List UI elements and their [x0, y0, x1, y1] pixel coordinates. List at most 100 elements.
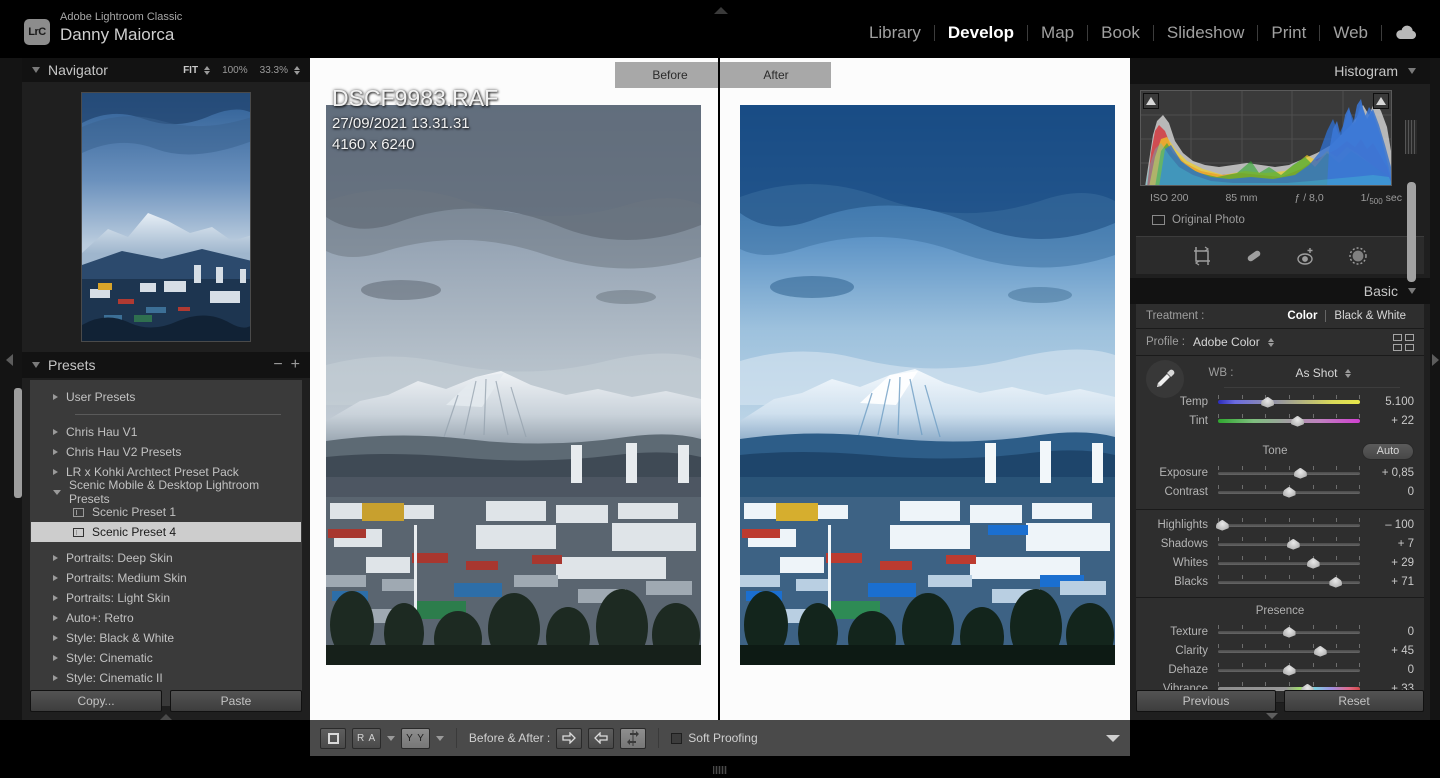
module-map[interactable]: Map	[1028, 22, 1087, 44]
chevron-right-icon[interactable]	[53, 429, 58, 435]
basic-panel-header[interactable]: Basic	[1130, 278, 1430, 305]
chevron-down-icon[interactable]	[1408, 288, 1416, 295]
module-slideshow[interactable]: Slideshow	[1154, 22, 1258, 44]
white-balance-eyedropper-icon[interactable]	[1146, 360, 1184, 399]
slider-value[interactable]: + 7	[1370, 538, 1414, 550]
chevron-down-icon[interactable]	[32, 67, 40, 73]
slider-track-area[interactable]	[1218, 484, 1360, 499]
right-panel-collapse-strip[interactable]	[1430, 58, 1440, 720]
copy-button[interactable]: Copy...	[30, 690, 162, 712]
navigator-thumbnail[interactable]	[81, 92, 251, 342]
slider-knob[interactable]	[1216, 518, 1229, 532]
slider-track-area[interactable]	[1218, 413, 1360, 428]
profile-stepper-icon[interactable]	[1267, 337, 1274, 347]
crop-overlay-icon[interactable]	[1191, 245, 1213, 267]
wb-stepper-icon[interactable]	[1345, 368, 1352, 378]
right-panel-grip[interactable]	[1405, 120, 1417, 154]
paste-button[interactable]: Paste	[170, 690, 302, 712]
preset-group-portraits-deep-skin[interactable]: Portraits: Deep Skin	[31, 548, 301, 568]
shadow-clipping-button[interactable]	[1143, 93, 1159, 109]
slider-value[interactable]: 5.100	[1370, 396, 1414, 408]
preset-group-scenic[interactable]: Scenic Mobile & Desktop Lightroom Preset…	[31, 478, 301, 506]
soft-proofing-checkbox[interactable]	[671, 732, 683, 744]
slider-value[interactable]: 0	[1370, 486, 1414, 498]
comparison-divider[interactable]	[718, 58, 720, 720]
remove-preset-button[interactable]: −	[273, 357, 282, 373]
treatment-option-color[interactable]: Color	[1279, 310, 1325, 322]
filmstrip-resize-grip[interactable]	[713, 766, 727, 774]
slider-value[interactable]: + 0,85	[1370, 467, 1414, 479]
preset-group-portraits-light-skin[interactable]: Portraits: Light Skin	[31, 588, 301, 608]
left-panel-collapse-strip[interactable]	[0, 58, 22, 720]
wb-value[interactable]: As Shot	[1295, 366, 1337, 380]
preset-group-chris-hau-v1[interactable]: Chris Hau V1	[31, 422, 301, 442]
chevron-right-icon[interactable]	[53, 615, 58, 621]
before-after-menu-icon[interactable]	[435, 735, 444, 741]
add-preset-button[interactable]: +	[291, 357, 300, 373]
red-eye-correction-icon[interactable]	[1295, 245, 1317, 267]
previous-button[interactable]: Previous	[1136, 690, 1276, 712]
chevron-left-icon[interactable]	[6, 354, 13, 366]
slider-value[interactable]: – 100	[1370, 519, 1414, 531]
slider-blacks[interactable]: Blacks + 71	[1136, 572, 1424, 591]
preset-group-style-black-white[interactable]: Style: Black & White	[31, 628, 301, 648]
slider-track-area[interactable]	[1218, 536, 1360, 551]
slider-clarity[interactable]: Clarity + 45	[1136, 641, 1424, 660]
slider-whites[interactable]: Whites + 29	[1136, 553, 1424, 572]
preset-group-portraits-medium-skin[interactable]: Portraits: Medium Skin	[31, 568, 301, 588]
slider-track-area[interactable]	[1218, 624, 1360, 639]
cloud-icon[interactable]	[1394, 24, 1418, 42]
slider-knob[interactable]	[1307, 556, 1320, 570]
preset-item-scenic-preset-4[interactable]: Scenic Preset 4	[31, 522, 301, 542]
module-web[interactable]: Web	[1320, 22, 1381, 44]
zoom-fit-stepper-icon[interactable]	[204, 65, 211, 75]
slider-value[interactable]: + 71	[1370, 576, 1414, 588]
slider-knob[interactable]	[1283, 625, 1296, 639]
slider-temp[interactable]: Temp 5.100	[1136, 392, 1424, 411]
chevron-down-icon[interactable]	[1408, 68, 1416, 74]
slider-value[interactable]: + 29	[1370, 557, 1414, 569]
chevron-right-icon[interactable]	[53, 575, 58, 581]
before-image[interactable]	[326, 105, 701, 665]
slider-track-area[interactable]	[1218, 574, 1360, 589]
treatment-option-black-and-white[interactable]: Black & White	[1326, 310, 1414, 322]
before-after-view-button[interactable]: Y Y	[401, 727, 430, 749]
slider-knob[interactable]	[1291, 414, 1304, 428]
slider-knob[interactable]	[1314, 644, 1327, 658]
slider-track-area[interactable]	[1218, 555, 1360, 570]
preset-group-style-cinematic[interactable]: Style: Cinematic	[31, 648, 301, 668]
navigator-header[interactable]: Navigator FIT 100% 33.3%	[22, 58, 310, 82]
preset-group-user-presets[interactable]: User Presets	[31, 387, 301, 407]
before-tab[interactable]: Before	[615, 62, 725, 88]
spot-removal-icon[interactable]	[1243, 245, 1265, 267]
module-print[interactable]: Print	[1258, 22, 1319, 44]
chevron-right-icon[interactable]	[53, 675, 58, 681]
chevron-down-icon[interactable]	[53, 489, 61, 495]
chevron-right-icon[interactable]	[53, 595, 58, 601]
left-panel-toggle-icon[interactable]	[160, 714, 172, 720]
chevron-right-icon[interactable]	[53, 655, 58, 661]
reference-view-button[interactable]: R A	[352, 727, 382, 749]
original-photo-toggle[interactable]: Original Photo	[1152, 214, 1410, 226]
left-panel-scrollbar[interactable]	[14, 388, 22, 498]
soft-proofing-label[interactable]: Soft Proofing	[688, 731, 757, 745]
chevron-right-icon[interactable]	[53, 449, 58, 455]
slider-highlights[interactable]: Highlights – 100	[1136, 515, 1424, 534]
slider-value[interactable]: 0	[1370, 626, 1414, 638]
module-book[interactable]: Book	[1088, 22, 1153, 44]
slider-shadows[interactable]: Shadows + 7	[1136, 534, 1424, 553]
slider-contrast[interactable]: Contrast 0	[1136, 482, 1424, 501]
histogram-header[interactable]: Histogram	[1130, 58, 1430, 84]
chevron-down-icon[interactable]	[32, 362, 40, 368]
module-develop[interactable]: Develop	[935, 22, 1027, 44]
slider-texture[interactable]: Texture 0	[1136, 622, 1424, 641]
zoom-100-label[interactable]: 100%	[222, 65, 248, 76]
chevron-right-icon[interactable]	[53, 635, 58, 641]
slider-knob[interactable]	[1329, 575, 1342, 589]
top-panel-handle[interactable]	[713, 2, 729, 14]
chevron-right-icon[interactable]	[53, 394, 58, 400]
zoom-current-stepper-icon[interactable]	[294, 65, 300, 75]
chevron-right-icon[interactable]	[53, 469, 58, 475]
reference-view-menu-icon[interactable]	[387, 735, 396, 741]
slider-knob[interactable]	[1283, 663, 1296, 677]
